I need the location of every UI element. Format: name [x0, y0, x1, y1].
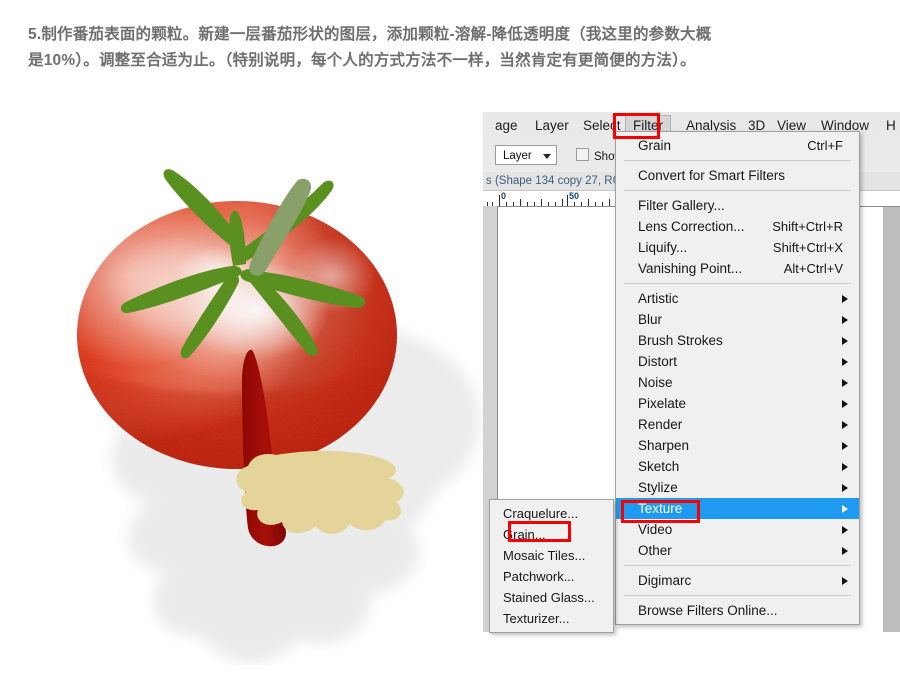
layer-select-value: Layer: [503, 150, 532, 162]
submenu-item-patchwork[interactable]: Patchwork...: [490, 566, 613, 587]
menu-separator: [624, 565, 851, 566]
submenu-arrow-icon: [842, 295, 848, 303]
menu-item-filter-gallery[interactable]: Filter Gallery...: [616, 195, 859, 216]
menu-help[interactable]: H: [879, 116, 900, 135]
menu-item-label: Convert for Smart Filters: [638, 168, 786, 183]
submenu-arrow-icon: [842, 358, 848, 366]
submenu-arrow-icon: [842, 577, 848, 585]
ruler-label-0: 0: [501, 191, 507, 201]
menu-item-label: Render: [638, 417, 683, 432]
menu-item-label: Grain: [638, 138, 672, 153]
submenu-arrow-icon: [842, 547, 848, 555]
menu-layer[interactable]: Layer: [528, 116, 576, 135]
menu-item-label: Blur: [638, 312, 663, 327]
submenu-arrow-icon: [842, 526, 848, 534]
menu-item-distort[interactable]: Distort: [616, 351, 859, 372]
menu-item-label: Vanishing Point...: [638, 261, 743, 276]
submenu-arrow-icon: [842, 316, 848, 324]
caption-line-1: 5.制作番茄表面的颗粒。新建一层番茄形状的图层，添加颗粒-溶解-降低透明度（我这…: [28, 26, 712, 43]
menu-item-digimarc[interactable]: Digimarc: [616, 570, 859, 591]
menu-item-label: Sharpen: [638, 438, 690, 453]
menu-item-label: Browse Filters Online...: [638, 603, 778, 618]
menu-item-sharpen[interactable]: Sharpen: [616, 435, 859, 456]
texture-submenu: Craquelure... Grain... Mosaic Tiles... P…: [489, 499, 614, 633]
menu-item-label: Pixelate: [638, 396, 687, 411]
chevron-down-icon: [543, 154, 551, 159]
menu-item-label: Liquify...: [638, 240, 688, 255]
submenu-item-mosaic-tiles[interactable]: Mosaic Tiles...: [490, 545, 613, 566]
menu-item-label: Stylize: [638, 480, 678, 495]
menu-separator: [624, 190, 851, 191]
menu-item-shortcut: Shift+Ctrl+X: [772, 240, 843, 255]
menu-item-noise[interactable]: Noise: [616, 372, 859, 393]
tomato-illustration: [70, 120, 490, 665]
menu-item-label: Sketch: [638, 459, 680, 474]
menu-item-convert-for-smart-filters[interactable]: Convert for Smart Filters: [616, 165, 859, 186]
menu-item-shortcut: Shift+Ctrl+R: [772, 219, 843, 234]
menu-separator: [624, 283, 851, 284]
submenu-arrow-icon: [842, 505, 848, 513]
submenu-arrow-icon: [842, 379, 848, 387]
tan-splash: [236, 450, 404, 534]
menu-item-label: Artistic: [638, 291, 679, 306]
menu-item-stylize[interactable]: Stylize: [616, 477, 859, 498]
submenu-arrow-icon: [842, 442, 848, 450]
menu-separator: [624, 160, 851, 161]
submenu-item-stained-glass[interactable]: Stained Glass...: [490, 587, 613, 608]
menu-item-shortcut: Ctrl+F: [807, 138, 843, 153]
submenu-arrow-icon: [842, 463, 848, 471]
menu-item-label: Filter Gallery...: [638, 198, 725, 213]
menu-item-browse-filters-online[interactable]: Browse Filters Online...: [616, 600, 859, 621]
layer-select-dropdown[interactable]: Layer: [495, 145, 557, 165]
menu-item-render[interactable]: Render: [616, 414, 859, 435]
menu-item-label: Brush Strokes: [638, 333, 723, 348]
menu-item-label: Digimarc: [638, 573, 692, 588]
filter-dropdown-menu: Grain Ctrl+F Convert for Smart Filters F…: [615, 131, 860, 625]
submenu-arrow-icon: [842, 400, 848, 408]
menu-item-liquify[interactable]: Liquify... Shift+Ctrl+X: [616, 237, 859, 258]
menu-image[interactable]: age: [488, 116, 525, 135]
menu-item-vanishing-point[interactable]: Vanishing Point... Alt+Ctrl+V: [616, 258, 859, 279]
menu-item-blur[interactable]: Blur: [616, 309, 859, 330]
menu-separator: [624, 595, 851, 596]
submenu-arrow-icon: [842, 484, 848, 492]
menu-item-brush-strokes[interactable]: Brush Strokes: [616, 330, 859, 351]
caption-line-2: 是10%）。调整至合适为止。（特别说明，每个人的方式方法不一样，当然肯定有更简便…: [28, 52, 696, 69]
menu-item-other[interactable]: Other: [616, 540, 859, 561]
submenu-item-texturizer[interactable]: Texturizer...: [490, 608, 613, 629]
menu-item-sketch[interactable]: Sketch: [616, 456, 859, 477]
menu-item-label: Video: [638, 522, 673, 537]
instruction-caption: 5.制作番茄表面的颗粒。新建一层番茄形状的图层，添加颗粒-溶解-降低透明度（我这…: [28, 22, 876, 74]
filter-menu-highlight-box: [613, 113, 660, 139]
menu-item-pixelate[interactable]: Pixelate: [616, 393, 859, 414]
menu-item-shortcut: Alt+Ctrl+V: [783, 261, 843, 276]
texture-item-highlight-box: [621, 500, 700, 523]
menu-item-label: Lens Correction...: [638, 219, 745, 234]
menu-item-label: Distort: [638, 354, 678, 369]
checkbox-icon[interactable]: [576, 148, 589, 161]
menu-item-label: Noise: [638, 375, 673, 390]
ruler-label-50: 50: [569, 191, 580, 201]
menu-item-label: Other: [638, 543, 672, 558]
submenu-arrow-icon: [842, 421, 848, 429]
menu-item-artistic[interactable]: Artistic: [616, 288, 859, 309]
submenu-arrow-icon: [842, 337, 848, 345]
grain-item-highlight-box: [508, 521, 571, 542]
menu-item-lens-correction[interactable]: Lens Correction... Shift+Ctrl+R: [616, 216, 859, 237]
